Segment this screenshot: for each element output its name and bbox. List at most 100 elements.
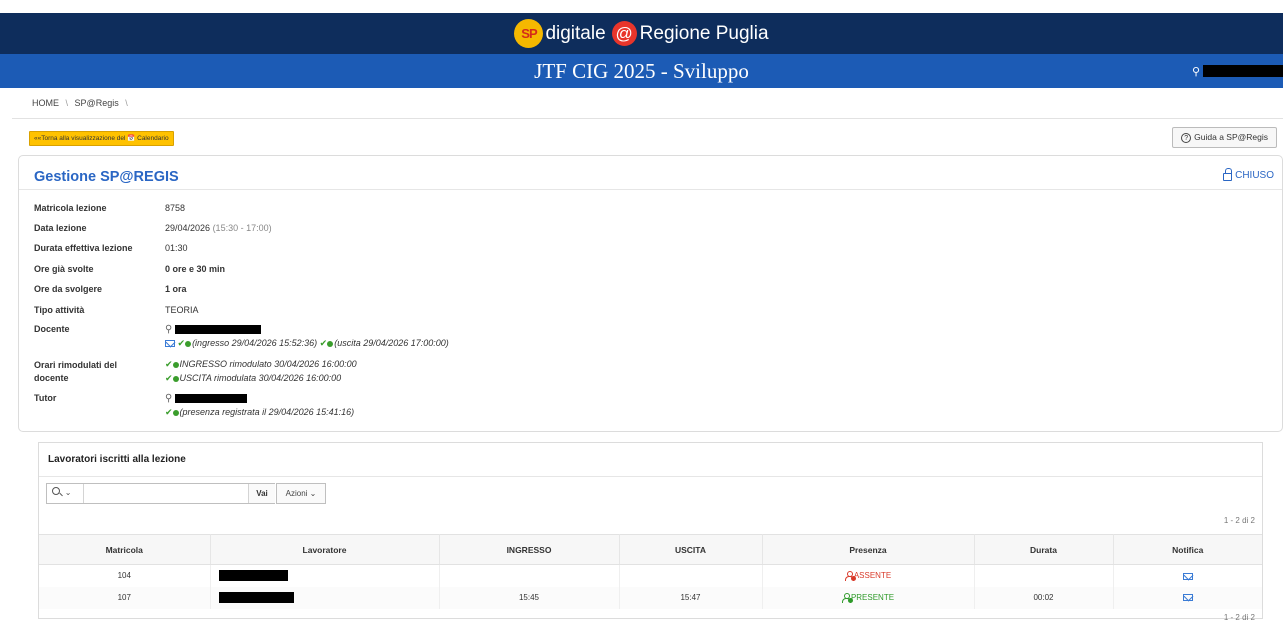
absent-status: ASSENTE (844, 571, 891, 582)
breadcrumb-divider (12, 118, 1283, 119)
rescheduled-exit: USCITA rimodulata 30/04/2026 16:00:00 (179, 373, 342, 383)
field-value: ✔ (ingresso 29/04/2026 15:52:36) ✔ (uscita… (165, 338, 449, 349)
workers-panel-title: Lavoratori iscritti alla lezione (48, 454, 186, 465)
status-badge[interactable]: CHIUSO (1223, 168, 1274, 181)
portal-header: SP digitale @ Regione Puglia (0, 13, 1283, 54)
breadcrumb-home[interactable]: HOME (32, 98, 59, 108)
search-icon (52, 487, 60, 495)
teacher-entry-time: (ingresso 29/04/2026 15:52:36) (192, 338, 318, 348)
rescheduled-entry: INGRESSO rimodulato 30/04/2026 16:00:00 (179, 359, 357, 369)
check-icon: ✔ (165, 359, 173, 369)
go-button[interactable]: Vai (248, 484, 275, 503)
field-label: Tipo attività (34, 305, 85, 315)
worker-name-redacted (218, 592, 294, 603)
chevron-down-icon: ⌄ (64, 488, 72, 497)
portal-brand[interactable]: SP digitale @ Regione Puglia (0, 13, 1283, 54)
user-menu[interactable]: ⚲ (1192, 63, 1283, 79)
cell-notifica (1113, 586, 1262, 609)
column-header-presenza[interactable]: Presenza (762, 534, 975, 565)
mail-icon[interactable] (1182, 594, 1193, 602)
search-input[interactable] (85, 485, 245, 502)
cell-matricola: 104 (39, 564, 211, 587)
pagination-top: 1 - 2 di 2 (1223, 516, 1255, 525)
cell-presenza[interactable]: PRESENTE (762, 586, 975, 609)
field-value: 0 ore e 30 min (165, 264, 226, 274)
help-icon: ? (1181, 132, 1192, 143)
mail-icon[interactable] (165, 340, 175, 348)
workers-panel: Lavoratori iscritti alla lezione ⌄ Vai A… (38, 442, 1263, 622)
column-header-durata[interactable]: Durata (974, 534, 1114, 565)
cell-lavoratore (210, 586, 440, 609)
cell-presenza[interactable]: ASSENTE (762, 564, 975, 587)
table-header-row: Matricola Lavoratore INGRESSO USCITA Pre… (39, 534, 1262, 565)
worker-name-redacted (218, 570, 288, 582)
mail-icon[interactable] (1182, 572, 1193, 580)
app-header: JTF CIG 2025 - Sviluppo ⚲ (0, 54, 1283, 88)
ok-dot-icon (327, 340, 334, 347)
cell-durata (974, 564, 1114, 587)
brand-text-left: digitale (545, 22, 606, 44)
lesson-time-range: (15:30 - 17:00) (212, 223, 272, 233)
cell-ingresso (439, 564, 620, 587)
field-label: Orari rimodulati del docente (34, 360, 118, 383)
back-to-calendar-button[interactable]: ««Torna alla visualizzazione del 📅 Calen… (29, 131, 174, 146)
check-icon: ✔ (319, 338, 328, 348)
field-value: 01:30 (165, 243, 188, 253)
breadcrumb-separator: \ (125, 98, 128, 108)
present-status: PRESENTE (841, 592, 895, 604)
actions-menu-button[interactable]: Azioni ⌄ (276, 483, 326, 504)
check-icon: ✔ (177, 338, 186, 348)
lesson-date: 29/04/2026 (165, 223, 211, 233)
card-divider (19, 189, 1282, 190)
cell-uscita: 15:47 (619, 586, 763, 609)
presence-label: PRESENTE (850, 592, 895, 602)
column-header-uscita[interactable]: USCITA (619, 534, 763, 565)
cell-uscita (619, 564, 763, 587)
ok-dot-icon (172, 409, 179, 416)
teacher-name-redacted (174, 325, 261, 335)
status-label: CHIUSO (1235, 169, 1274, 181)
breadcrumb-spregis[interactable]: SP@Regis (75, 98, 119, 108)
ok-dot-icon (172, 375, 179, 382)
breadcrumb: HOME \ SP@Regis \ (32, 98, 132, 108)
at-logo-icon: @ (611, 21, 637, 46)
search-bar: ⌄ Vai (46, 483, 275, 504)
card-title: Gestione SP@REGIS (34, 169, 179, 185)
field-value: 8758 (165, 203, 186, 213)
app-title: JTF CIG 2025 - Sviluppo (534, 59, 749, 83)
column-header-ingresso[interactable]: INGRESSO (439, 534, 620, 565)
pagination-bottom: 1 - 2 di 2 (1223, 613, 1255, 622)
field-value: ✔ INGRESSO rimodulato 30/04/2026 16:00:00 (165, 359, 357, 370)
tutor-presence-time: (presenza registrata il 29/04/2026 15:41… (179, 407, 355, 417)
search-separator (83, 484, 84, 503)
field-value: ✔ USCITA rimodulata 30/04/2026 16:00:00 (165, 373, 341, 384)
ok-dot-icon (185, 340, 192, 347)
column-header-matricola[interactable]: Matricola (39, 534, 211, 565)
field-value: 29/04/2026 (15:30 - 17:00) (165, 223, 272, 233)
teacher-exit-time: (uscita 29/04/2026 17:00:00) (334, 338, 449, 348)
lesson-details-card: Gestione SP@REGIS CHIUSO Matricola lezio… (18, 155, 1283, 432)
breadcrumb-separator: \ (65, 98, 69, 108)
cell-matricola: 107 (39, 586, 211, 609)
cell-notifica (1113, 565, 1262, 587)
panel-divider (39, 476, 1262, 477)
field-value: 1 ora (165, 284, 187, 294)
field-value: ⚲ (165, 324, 261, 335)
guide-button-label: Guida a SP@Regis (1194, 132, 1268, 142)
field-label: Durata effettiva lezione (34, 243, 133, 253)
present-person-icon (841, 593, 853, 604)
field-value: TEORIA (165, 305, 199, 315)
column-header-lavoratore[interactable]: Lavoratore (210, 534, 440, 565)
field-label: Ore già svolte (34, 264, 94, 274)
absent-person-icon (844, 571, 856, 582)
column-header-notifica[interactable]: Notifica (1113, 534, 1262, 565)
check-icon: ✔ (165, 407, 173, 417)
ok-dot-icon (172, 361, 179, 368)
table-row: 107 15:45 15:47 PRESENTE 00:02 (39, 586, 1262, 609)
field-label: Data lezione (34, 223, 87, 233)
cell-durata: 00:02 (974, 586, 1114, 609)
field-label: Ore da svolgere (34, 284, 103, 294)
workers-table: Matricola Lavoratore INGRESSO USCITA Pre… (39, 534, 1262, 609)
guide-button[interactable]: ? Guida a SP@Regis (1172, 127, 1277, 148)
search-column-selector[interactable]: ⌄ (52, 487, 87, 500)
